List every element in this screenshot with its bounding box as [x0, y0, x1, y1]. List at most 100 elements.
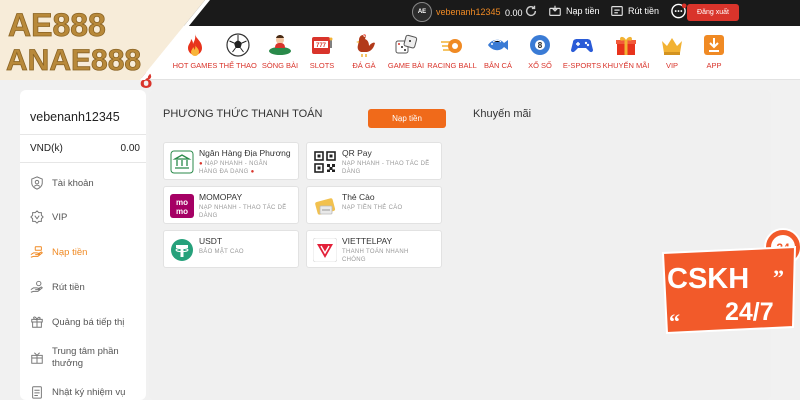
svg-text:777: 777	[316, 43, 327, 49]
chat-icon[interactable]	[670, 3, 687, 20]
marketing-icon	[31, 316, 43, 328]
momo-icon-text: mo	[176, 207, 188, 216]
sidebar-item-label-line2: thưởng	[52, 358, 84, 369]
method-description: NẠP NHANH - THAO TÁC DỄ DÀNG	[199, 204, 299, 220]
method-name: VIETTELPAY	[342, 236, 393, 246]
sidebar-item-vip[interactable]: VIP	[30, 210, 146, 224]
method-description: NẠP NHANH - THAO TÁC DỄ DÀNG	[342, 160, 442, 176]
sidebar-item-label-line1: Trung tâm phần	[52, 346, 119, 357]
support-label: CSKH	[667, 263, 749, 295]
wallet-amount: 0.00	[120, 143, 140, 154]
withdraw-icon	[30, 280, 43, 293]
nav-label: APP	[706, 61, 722, 70]
gift-icon	[616, 36, 636, 55]
logout-button[interactable]: Đăng xuất	[687, 4, 739, 21]
rooster-icon	[356, 34, 375, 57]
racing-ball-icon	[441, 39, 462, 53]
balance-value: 0.00	[505, 8, 523, 18]
method-scratch-card[interactable]: Thẻ Cào NẠP TIỀN THẺ CÀO	[306, 186, 442, 224]
account-sidebar: vebenanh12345 VND(k) 0.00 Tài khoản VIP …	[20, 90, 146, 400]
method-name: Ngân Hàng Địa Phương	[199, 148, 291, 158]
currency-label: VND(k)	[30, 143, 63, 154]
method-description-line1: BẢO MẬT CAO	[199, 249, 244, 255]
method-description-line1: NẠP TIỀN THẺ CÀO	[342, 205, 403, 211]
refresh-icon[interactable]	[524, 4, 538, 18]
svg-text:8: 8	[538, 41, 543, 50]
download-icon	[704, 35, 724, 55]
casino-dealer-icon	[269, 35, 291, 55]
viettelpay-icon	[313, 238, 337, 262]
scratch-card-icon	[315, 198, 336, 215]
promotions-title: Khuyến mãi	[473, 108, 532, 120]
sidebar-item-withdraw[interactable]: Rút tiền	[30, 280, 146, 294]
method-description-line1: THANH TOÁN NHANH	[342, 249, 409, 255]
sidebar-item-label: Trung tâm phần thưởng	[52, 346, 119, 370]
payment-methods-title: PHƯƠNG THỨC THANH TOÁN	[163, 108, 323, 120]
sidebar-item-label: Nạp tiền	[52, 246, 88, 258]
method-local-bank[interactable]: Ngân Hàng Địa Phương ● NẠP NHANH - NGÂN …	[163, 142, 299, 180]
sidebar-username: vebenanh12345	[30, 110, 120, 124]
method-name: Thẻ Cào	[342, 192, 375, 202]
user-shield-icon	[31, 176, 43, 190]
method-description-line2: DÀNG	[199, 213, 218, 219]
qr-code-icon	[314, 151, 336, 173]
method-description-line2: DÀNG	[342, 169, 361, 175]
deposit-hand-icon	[30, 246, 43, 258]
sidebar-item-label: Tài khoản	[52, 177, 94, 189]
method-description: NẠP TIỀN THẺ CÀO	[342, 204, 442, 212]
brand-logo[interactable]: AE888 ANAE888	[0, 0, 210, 80]
dice-icon	[395, 34, 418, 54]
method-momopay[interactable]: mo mo MOMOPAY NẠP NHANH - THAO TÁC DỄ DÀ…	[163, 186, 299, 224]
withdraw-icon	[611, 6, 623, 16]
customer-support-badge[interactable]: 24 CSKH 24/7 “ ”	[655, 225, 800, 345]
sidebar-item-deposit[interactable]: Nạp tiền	[30, 245, 146, 259]
method-description-line1: NẠP NHANH - THAO TÁC DỄ	[199, 205, 287, 211]
account-menu[interactable]: AE vebenanh12345	[412, 2, 501, 22]
sidebar-item-task-log[interactable]: Nhật ký nhiệm vụ	[30, 385, 146, 399]
momo-icon-text: mo	[176, 198, 188, 207]
method-qr-pay[interactable]: QR Pay NẠP NHANH - THAO TÁC DỄ DÀNG	[306, 142, 442, 180]
sidebar-item-rewards[interactable]: Trung tâm phần thưởng	[30, 346, 146, 370]
username-label: vebenanh12345	[436, 7, 501, 17]
method-description: THANH TOÁN NHANH CHÓNG	[342, 248, 442, 264]
sidebar-item-marketing[interactable]: Quảng bá tiếp thị	[30, 315, 146, 329]
method-description-line1: NẠP NHANH - NGÂN	[204, 161, 268, 167]
momo-icon: mo mo	[170, 194, 194, 218]
topbar-deposit-link[interactable]: Nạp tiền	[548, 4, 600, 18]
soccer-ball-icon	[226, 33, 250, 57]
avatar[interactable]: AE	[412, 2, 432, 22]
topbar-deposit-label: Nạp tiền	[566, 6, 600, 16]
logo-line2: ANAE888	[6, 44, 141, 77]
sidebar-item-label: Quảng bá tiếp thị	[52, 316, 125, 328]
divider	[20, 134, 146, 135]
method-description: BẢO MẬT CAO	[199, 248, 299, 256]
task-log-icon	[32, 386, 42, 399]
topbar-withdraw-link[interactable]: Rút tiền	[610, 4, 659, 18]
fish-icon	[488, 39, 508, 51]
sidebar-item-label: Rút tiền	[52, 281, 85, 293]
deposit-icon	[549, 5, 561, 16]
sidebar-item-label: Nhật ký nhiệm vụ	[52, 386, 126, 398]
crown-icon	[662, 38, 682, 55]
method-description-line2: CHÓNG	[342, 257, 366, 263]
method-usdt[interactable]: USDT BẢO MẬT CAO	[163, 230, 299, 268]
method-description-line2: HÀNG ĐA DẠNG	[199, 169, 249, 175]
quote-mark-open-icon: “	[669, 309, 680, 334]
logo-line1: AE888	[8, 7, 106, 43]
support-hours: 24/7	[725, 298, 774, 326]
method-name: MOMOPAY	[199, 192, 243, 202]
deposit-button[interactable]: Nạp tiền	[368, 109, 446, 128]
method-viettelpay[interactable]: VIETTELPAY THANH TOÁN NHANH CHÓNG	[306, 230, 442, 268]
slot-machine-icon: 777	[312, 37, 333, 54]
topbar-withdraw-label: Rút tiền	[628, 6, 660, 16]
nav-app[interactable]: APP	[686, 32, 742, 70]
method-name: QR Pay	[342, 148, 372, 158]
lottery-ball-icon: 8	[530, 35, 550, 55]
sidebar-item-label: VIP	[52, 211, 68, 223]
method-description: ● NẠP NHANH - NGÂN HÀNG ĐA DẠNG ●	[199, 161, 268, 175]
gamepad-icon	[571, 39, 593, 53]
method-description-line1: NẠP NHANH - THAO TÁC DỄ	[342, 161, 430, 167]
sidebar-item-account[interactable]: Tài khoản	[30, 176, 146, 190]
bank-icon	[170, 150, 194, 174]
reward-icon	[31, 352, 43, 364]
